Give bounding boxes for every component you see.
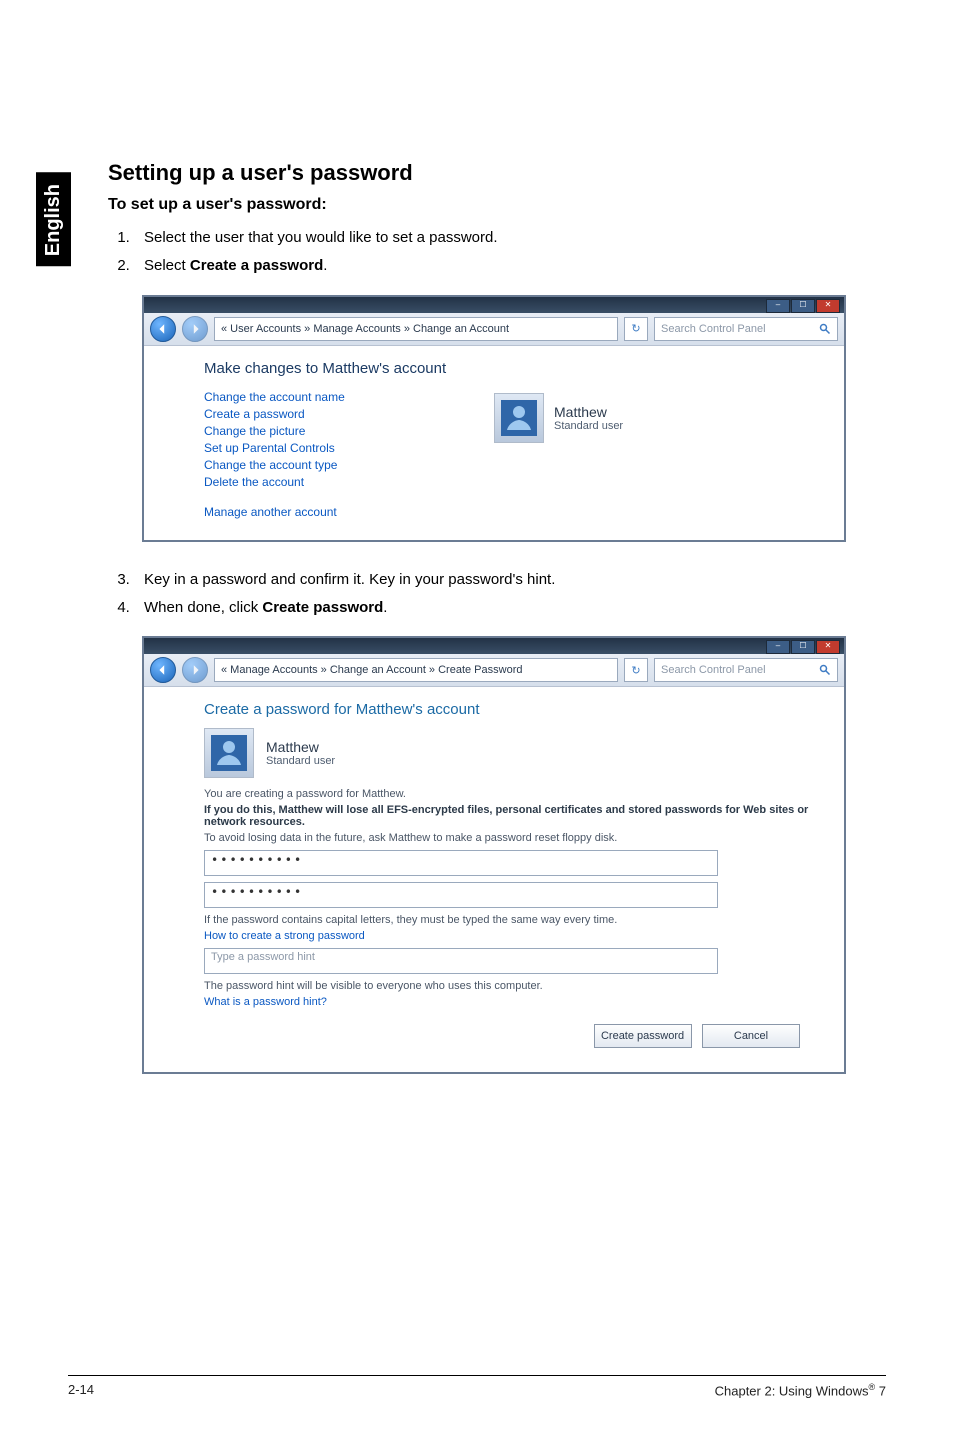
- link-change-picture[interactable]: Change the picture: [204, 424, 424, 438]
- maximize-icon[interactable]: ☐: [791, 640, 815, 654]
- titlebar: – ☐ ✕: [144, 638, 844, 654]
- step-item: Key in a password and confirm it. Key in…: [134, 570, 888, 590]
- user-name: Matthew: [554, 404, 623, 420]
- section-subheading: To set up a user's password:: [108, 196, 888, 214]
- language-tab: English: [36, 172, 71, 266]
- cancel-button[interactable]: Cancel: [702, 1024, 800, 1048]
- note-capitals: If the password contains capital letters…: [204, 914, 820, 926]
- step-item: When done, click Create password.: [134, 598, 888, 618]
- note-avoid: To avoid losing data in the future, ask …: [204, 832, 820, 844]
- forward-button[interactable]: [182, 316, 208, 342]
- refresh-button[interactable]: ↻: [624, 317, 648, 341]
- panel-title: Create a password for Matthew's account: [204, 701, 820, 718]
- search-icon: [819, 664, 831, 676]
- steps-list-2: Key in a password and confirm it. Key in…: [108, 570, 888, 619]
- password-field-2[interactable]: ••••••••••: [204, 882, 718, 908]
- step-item: Select the user that you would like to s…: [134, 228, 888, 248]
- note-warning: If you do this, Matthew will lose all EF…: [204, 804, 820, 828]
- page-content: Setting up a user's password To set up a…: [108, 160, 888, 1102]
- action-links: Change the account name Create a passwor…: [204, 387, 424, 522]
- screenshot-window-1: – ☐ ✕ « User Accounts » Manage Accounts …: [142, 295, 846, 542]
- breadcrumb[interactable]: « Manage Accounts » Change an Account » …: [214, 658, 618, 682]
- steps-list-1: Select the user that you would like to s…: [108, 228, 888, 277]
- refresh-button[interactable]: ↻: [624, 658, 648, 682]
- section-heading: Setting up a user's password: [108, 160, 888, 186]
- link-delete-account[interactable]: Delete the account: [204, 475, 424, 489]
- close-icon[interactable]: ✕: [816, 640, 840, 654]
- search-input[interactable]: Search Control Panel: [654, 658, 838, 682]
- avatar: [204, 728, 254, 778]
- step-item: Select Create a password.: [134, 256, 888, 276]
- nav-bar: « Manage Accounts » Change an Account » …: [144, 654, 844, 687]
- breadcrumb[interactable]: « User Accounts » Manage Accounts » Chan…: [214, 317, 618, 341]
- user-card: Matthew Standard user: [494, 393, 623, 443]
- note-creating: You are creating a password for Matthew.: [204, 788, 820, 800]
- link-manage-another[interactable]: Manage another account: [204, 505, 424, 519]
- link-change-name[interactable]: Change the account name: [204, 390, 424, 404]
- user-name: Matthew: [266, 739, 335, 755]
- chapter-label: Chapter 2: Using Windows® 7: [715, 1382, 886, 1398]
- password-hint-field[interactable]: Type a password hint: [204, 948, 718, 974]
- note-hint-visible: The password hint will be visible to eve…: [204, 980, 820, 992]
- page-footer: 2-14 Chapter 2: Using Windows® 7: [68, 1375, 886, 1398]
- forward-button[interactable]: [182, 657, 208, 683]
- avatar: [494, 393, 544, 443]
- user-avatar-icon: [501, 400, 537, 436]
- user-card: Matthew Standard user: [204, 728, 820, 778]
- link-change-type[interactable]: Change the account type: [204, 458, 424, 472]
- search-placeholder: Search Control Panel: [661, 664, 766, 676]
- titlebar: – ☐ ✕: [144, 297, 844, 313]
- search-icon: [819, 323, 831, 335]
- link-parental-controls[interactable]: Set up Parental Controls: [204, 441, 424, 455]
- link-what-is-hint[interactable]: What is a password hint?: [204, 996, 327, 1008]
- user-type: Standard user: [266, 755, 335, 767]
- minimize-icon[interactable]: –: [766, 640, 790, 654]
- screenshot-window-2: – ☐ ✕ « Manage Accounts » Change an Acco…: [142, 636, 846, 1074]
- panel-title: Make changes to Matthew's account: [204, 360, 826, 377]
- search-placeholder: Search Control Panel: [661, 323, 766, 335]
- search-input[interactable]: Search Control Panel: [654, 317, 838, 341]
- create-password-button[interactable]: Create password: [594, 1024, 692, 1048]
- minimize-icon[interactable]: –: [766, 299, 790, 313]
- user-type: Standard user: [554, 420, 623, 432]
- nav-bar: « User Accounts » Manage Accounts » Chan…: [144, 313, 844, 346]
- close-icon[interactable]: ✕: [816, 299, 840, 313]
- back-button[interactable]: [150, 657, 176, 683]
- password-field-1[interactable]: ••••••••••: [204, 850, 718, 876]
- maximize-icon[interactable]: ☐: [791, 299, 815, 313]
- page-number: 2-14: [68, 1382, 94, 1398]
- link-create-password[interactable]: Create a password: [204, 407, 424, 421]
- back-button[interactable]: [150, 316, 176, 342]
- link-strong-password[interactable]: How to create a strong password: [204, 930, 365, 942]
- user-avatar-icon: [211, 735, 247, 771]
